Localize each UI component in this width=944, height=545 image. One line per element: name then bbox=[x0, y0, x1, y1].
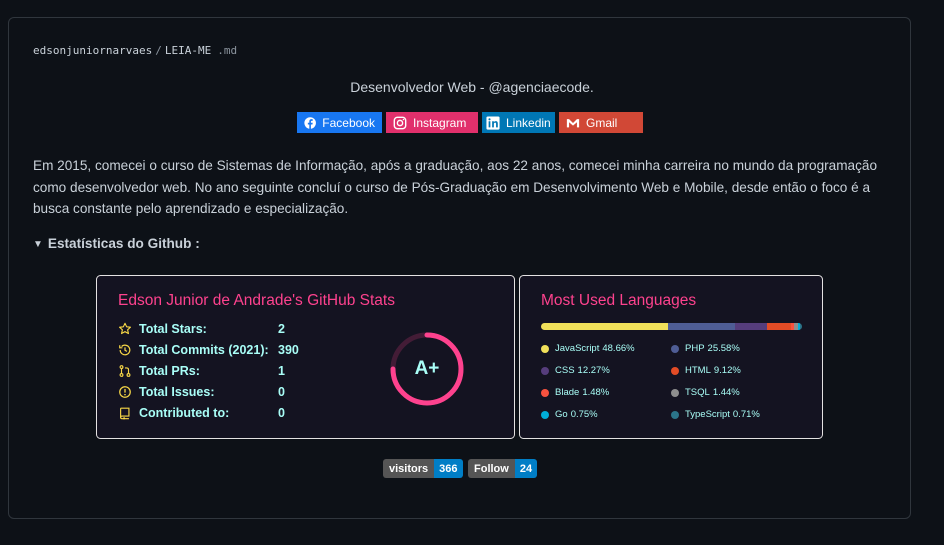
language-item: JavaScript 48.66% bbox=[541, 343, 635, 354]
stats-card-title: Edson Junior de Andrade's GitHub Stats bbox=[118, 292, 395, 309]
language-bar-segment bbox=[800, 323, 802, 330]
language-color-dot bbox=[541, 366, 549, 375]
language-color-dot bbox=[541, 388, 549, 397]
gmail-label: Gmail bbox=[586, 115, 618, 130]
linkedin-icon bbox=[486, 115, 500, 130]
stat-value: 1 bbox=[278, 364, 285, 378]
language-bar-segment bbox=[667, 323, 735, 330]
language-name: TypeScript bbox=[685, 409, 730, 420]
history-icon bbox=[119, 344, 131, 356]
language-percent: 0.71% bbox=[732, 409, 760, 420]
language-name: Blade bbox=[555, 387, 580, 398]
issue-icon bbox=[119, 386, 131, 398]
language-percent: 48.66% bbox=[602, 343, 635, 354]
gmail-icon bbox=[566, 118, 580, 127]
breadcrumb: edsonjuniornarvaes / LEIA-ME .md bbox=[33, 44, 237, 57]
social-badges: Facebook Instagram Linkedin Gmail bbox=[297, 112, 643, 133]
language-item: Go 0.75% bbox=[541, 409, 598, 420]
stat-row-stars: Total Stars: 2 bbox=[118, 320, 285, 338]
language-color-dot bbox=[671, 344, 679, 353]
linkedin-badge[interactable]: Linkedin bbox=[482, 112, 555, 133]
breadcrumb-ext: .md bbox=[217, 44, 238, 57]
breadcrumb-owner[interactable]: edsonjuniornarvaes bbox=[33, 44, 152, 57]
language-item: TSQL 1.44% bbox=[671, 387, 740, 398]
stat-label: Total Issues: bbox=[139, 385, 215, 399]
follow-count: 24 bbox=[514, 459, 538, 478]
language-percent: 9.12% bbox=[713, 365, 741, 376]
language-item: PHP 25.58% bbox=[671, 343, 740, 354]
language-color-dot bbox=[671, 366, 679, 375]
language-bar-segment bbox=[734, 323, 767, 330]
language-name: JavaScript bbox=[555, 343, 600, 354]
tagline: Desenvolvedor Web - @agenciaecode. bbox=[350, 79, 594, 95]
details-summary: Estatísticas do Github : bbox=[47, 236, 200, 251]
language-item: Blade 1.48% bbox=[541, 387, 609, 398]
star-icon bbox=[119, 322, 131, 335]
stat-value: 0 bbox=[278, 406, 285, 420]
follow-label: Follow bbox=[468, 459, 515, 478]
stat-row-contributed: Contributed to: 0 bbox=[118, 404, 285, 422]
stat-label: Total Commits (2021): bbox=[139, 343, 269, 357]
github-stats-card[interactable]: Edson Junior de Andrade's GitHub Stats T… bbox=[96, 275, 515, 439]
visitors-label: visitors bbox=[383, 459, 435, 478]
stat-label: Total Stars: bbox=[139, 322, 207, 336]
stats-details-toggle[interactable]: ▼ Estatísticas do Github : bbox=[33, 236, 200, 251]
breadcrumb-file: LEIA-ME bbox=[164, 44, 212, 57]
rank-grade: A+ bbox=[414, 358, 440, 379]
instagram-icon bbox=[393, 116, 407, 129]
language-name: CSS bbox=[555, 365, 575, 376]
langs-card-title: Most Used Languages bbox=[541, 292, 697, 309]
expand-triangle-icon: ▼ bbox=[33, 239, 43, 250]
language-color-dot bbox=[541, 410, 549, 419]
language-name: TSQL bbox=[685, 387, 710, 398]
language-item: TypeScript 0.71% bbox=[671, 409, 760, 420]
language-bar-segment bbox=[541, 323, 668, 330]
stat-row-issues: Total Issues: 0 bbox=[118, 383, 285, 401]
stat-label: Total PRs: bbox=[139, 364, 200, 378]
stat-value: 0 bbox=[278, 385, 285, 399]
stat-value: 2 bbox=[278, 322, 285, 336]
stat-row-commits: Total Commits (2021): 390 bbox=[118, 341, 299, 359]
facebook-label: Facebook bbox=[322, 115, 375, 130]
language-percent: 25.58% bbox=[707, 343, 740, 354]
language-percent: 1.48% bbox=[582, 387, 610, 398]
language-name: PHP bbox=[685, 343, 705, 354]
language-color-dot bbox=[671, 388, 679, 397]
stat-label: Contributed to: bbox=[139, 406, 230, 420]
language-percent: 12.27% bbox=[577, 365, 610, 376]
language-item: HTML 9.12% bbox=[671, 365, 741, 376]
visitors-count: 366 bbox=[434, 459, 463, 478]
gmail-badge[interactable]: Gmail bbox=[559, 112, 643, 133]
bio-paragraph: Em 2015, comecei o curso de Sistemas de … bbox=[33, 158, 878, 216]
follow-badge[interactable]: Follow 24 bbox=[468, 459, 538, 478]
language-progress-bar bbox=[541, 323, 802, 330]
language-color-dot bbox=[541, 344, 549, 353]
top-languages-card[interactable]: Most Used Languages JavaScript 48.66% PHP 2… bbox=[519, 275, 823, 439]
breadcrumb-separator: / bbox=[155, 44, 162, 57]
language-color-dot bbox=[671, 410, 679, 419]
facebook-badge[interactable]: Facebook bbox=[297, 112, 382, 133]
linkedin-label: Linkedin bbox=[506, 115, 551, 130]
stat-value: 390 bbox=[278, 343, 299, 357]
language-percent: 1.44% bbox=[712, 387, 740, 398]
repo-icon bbox=[120, 407, 130, 420]
stat-row-prs: Total PRs: 1 bbox=[118, 362, 285, 380]
language-item: CSS 12.27% bbox=[541, 365, 610, 376]
language-percent: 0.75% bbox=[570, 409, 598, 420]
language-name: Go bbox=[555, 409, 568, 420]
instagram-badge[interactable]: Instagram bbox=[386, 112, 478, 133]
language-name: HTML bbox=[685, 365, 711, 376]
visitors-badge[interactable]: visitors 366 bbox=[383, 459, 463, 478]
instagram-label: Instagram bbox=[413, 115, 467, 130]
pull-request-icon bbox=[119, 365, 131, 377]
language-bar-segment bbox=[766, 323, 791, 330]
facebook-icon bbox=[304, 116, 316, 129]
